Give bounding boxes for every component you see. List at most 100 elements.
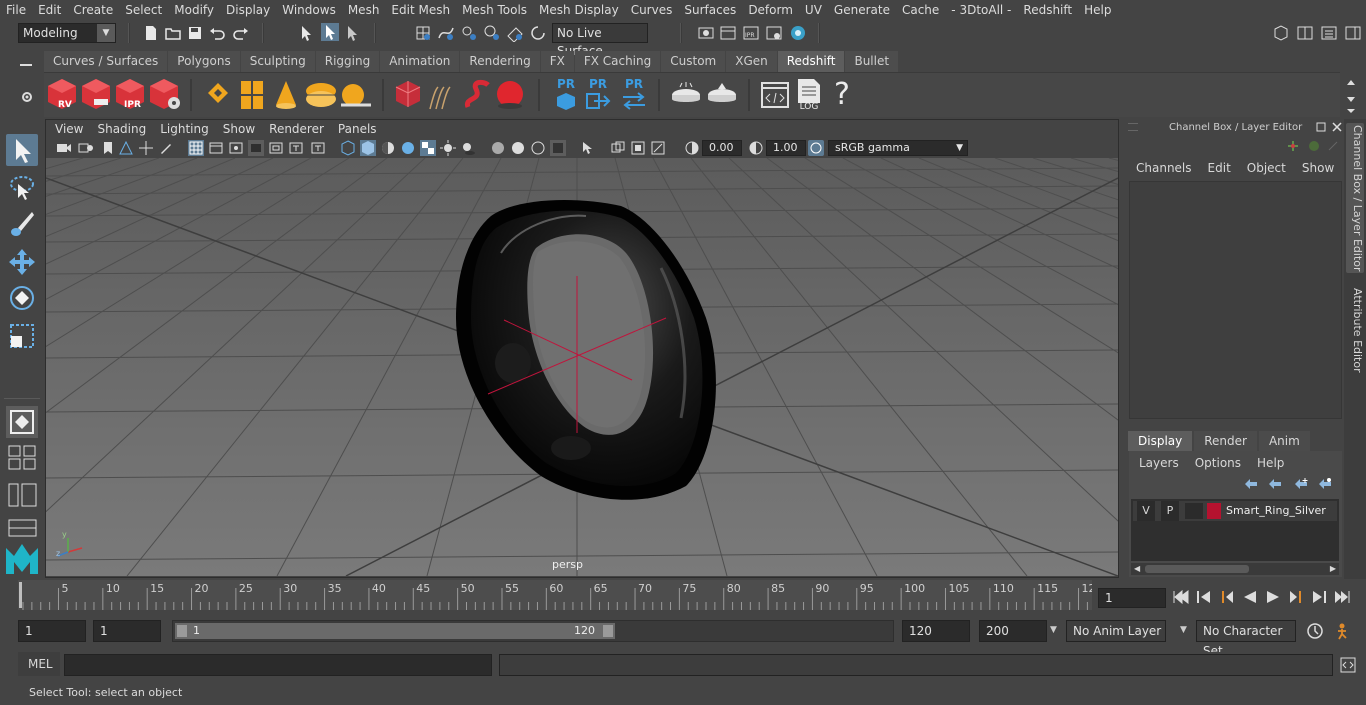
step-back-frame-icon[interactable]: [1218, 589, 1236, 605]
xray-icon[interactable]: [490, 140, 506, 156]
live-surface-field[interactable]: No Live Surface: [552, 23, 648, 58]
layer-tab-anim[interactable]: Anim: [1258, 431, 1310, 451]
gamma-field[interactable]: 1.00: [766, 140, 806, 156]
menu-deform[interactable]: Deform: [742, 0, 799, 20]
redshift-pr-mesh-button[interactable]: PR: [552, 77, 580, 113]
shelf-tab-rigging[interactable]: Rigging: [315, 51, 380, 72]
perspective-viewport[interactable]: y z persp: [46, 158, 1118, 576]
outliner-layout[interactable]: [8, 482, 38, 508]
go-to-start-icon[interactable]: [1172, 589, 1190, 605]
select-by-hierarchy-icon[interactable]: [298, 24, 316, 42]
redshift-hair-icon[interactable]: [426, 83, 458, 111]
scroll-right-icon[interactable]: ▶: [1330, 564, 1336, 573]
screen-space-ao-icon[interactable]: [550, 140, 566, 156]
camera-icon[interactable]: [56, 140, 72, 156]
four-view-layout[interactable]: [8, 444, 38, 470]
resolution-gate-icon[interactable]: [228, 140, 244, 156]
go-to-end-icon[interactable]: [1333, 589, 1351, 605]
play-backward-icon[interactable]: [1241, 589, 1259, 605]
render-view-icon[interactable]: [697, 24, 715, 42]
shelf-tab-redshift[interactable]: Redshift: [777, 51, 845, 72]
single-perspective-layout[interactable]: [6, 406, 38, 438]
layer-row[interactable]: V P Smart_Ring_Silver: [1133, 501, 1337, 521]
shelf-tab-fx-caching[interactable]: FX Caching: [574, 51, 661, 72]
viewport-menu-renderer[interactable]: Renderer: [262, 122, 331, 136]
animation-end-field[interactable]: 200: [979, 620, 1047, 642]
menu-edit[interactable]: Edit: [32, 0, 67, 20]
snap-to-curve-icon[interactable]: [437, 24, 455, 42]
workspace-icon[interactable]: [1272, 24, 1290, 42]
step-back-key-icon[interactable]: [1195, 589, 1213, 605]
move-layer-up-icon[interactable]: [1243, 477, 1259, 491]
channels-menu[interactable]: Channels: [1136, 161, 1208, 175]
attribute-visibility-icon[interactable]: [1307, 139, 1321, 153]
make-live-icon[interactable]: [529, 24, 547, 42]
wireframe-on-shaded-icon[interactable]: [400, 140, 416, 156]
menu-cache[interactable]: Cache: [896, 0, 945, 20]
render-frame-icon[interactable]: [719, 24, 737, 42]
animation-start-field[interactable]: 1: [18, 620, 86, 642]
redshift-script-editor-icon[interactable]: [760, 79, 790, 111]
viewport-menu-panels[interactable]: Panels: [331, 122, 384, 136]
frame-all-icon[interactable]: [610, 140, 626, 156]
redshift-render-view-icon[interactable]: RV: [46, 77, 78, 111]
shelf-tab-xgen[interactable]: XGen: [726, 51, 777, 72]
gamma-icon[interactable]: [748, 140, 764, 156]
layer-help-menu[interactable]: Help: [1257, 456, 1284, 470]
mode-selector[interactable]: Modeling ▼: [18, 23, 116, 43]
shelf-scroll-icon[interactable]: [1345, 75, 1357, 115]
command-input[interactable]: [64, 654, 492, 676]
xray-joints-icon[interactable]: [510, 140, 526, 156]
redshift-render-settings-icon[interactable]: [148, 77, 182, 111]
layer-tab-display[interactable]: Display: [1128, 431, 1193, 451]
scale-tool[interactable]: [6, 320, 38, 352]
hypershade-icon[interactable]: [789, 24, 807, 42]
scroll-thumb[interactable]: [1145, 565, 1249, 573]
select-by-component-icon[interactable]: [344, 24, 362, 42]
menu-mesh[interactable]: Mesh: [342, 0, 386, 20]
shelf-tab-custom[interactable]: Custom: [661, 51, 726, 72]
smooth-shade-icon[interactable]: [360, 140, 376, 156]
paint-select-tool[interactable]: [6, 208, 38, 240]
redo-icon[interactable]: [232, 24, 250, 42]
save-scene-icon[interactable]: [186, 24, 204, 42]
grid-toggle-icon[interactable]: [188, 140, 204, 156]
step-forward-frame-icon[interactable]: [1287, 589, 1305, 605]
playback-end-field[interactable]: 120: [902, 620, 970, 642]
redshift-batch-render-icon[interactable]: [80, 77, 112, 111]
chevron-down-icon[interactable]: ▼: [1180, 625, 1187, 635]
redshift-pr-export-button[interactable]: PR: [584, 77, 612, 113]
script-language-toggle[interactable]: MEL: [18, 652, 60, 676]
color-space-select[interactable]: sRGB gamma ▼: [828, 140, 968, 156]
layer-color-swatch[interactable]: [1207, 503, 1221, 519]
film-gate-icon[interactable]: [208, 140, 224, 156]
step-forward-key-icon[interactable]: [1310, 589, 1328, 605]
select-tool[interactable]: [6, 134, 38, 166]
range-start-grip[interactable]: [177, 625, 187, 637]
safe-action-icon[interactable]: [288, 140, 304, 156]
new-layer-from-selected-icon[interactable]: [1317, 477, 1333, 491]
bookmark-icon[interactable]: [100, 140, 116, 156]
animation-preferences-icon[interactable]: [1336, 622, 1354, 640]
chevron-down-icon[interactable]: ▼: [1050, 625, 1057, 635]
snap-to-point-icon[interactable]: [460, 24, 478, 42]
menu-3dtoall[interactable]: - 3DtoAll -: [945, 0, 1017, 20]
snap-to-grid-icon[interactable]: [414, 24, 432, 42]
redshift-bake-icon[interactable]: [670, 81, 702, 109]
menu-create[interactable]: Create: [67, 0, 119, 20]
options-menu[interactable]: Options: [1195, 456, 1257, 470]
menu-mesh-tools[interactable]: Mesh Tools: [456, 0, 533, 20]
redshift-light-portal-icon[interactable]: [239, 79, 265, 111]
exposure-icon[interactable]: [684, 140, 700, 156]
time-slider[interactable]: 5 10 15 20 25 30 35 40 45 50 55 60 65 70 75 80 85 90 95 100…: [18, 580, 1096, 610]
menu-display[interactable]: Display: [220, 0, 276, 20]
render-settings-icon[interactable]: [765, 24, 783, 42]
xray-active-components-icon[interactable]: [530, 140, 546, 156]
layer-visibility-toggle[interactable]: V: [1137, 501, 1155, 521]
viewport-menu-lighting[interactable]: Lighting: [153, 122, 216, 136]
wireframe-icon[interactable]: [340, 140, 356, 156]
current-time-marker[interactable]: [19, 582, 22, 608]
toggle-attribute-editor-icon[interactable]: [1344, 24, 1362, 42]
open-scene-icon[interactable]: [164, 24, 182, 42]
move-tool[interactable]: [6, 246, 38, 278]
